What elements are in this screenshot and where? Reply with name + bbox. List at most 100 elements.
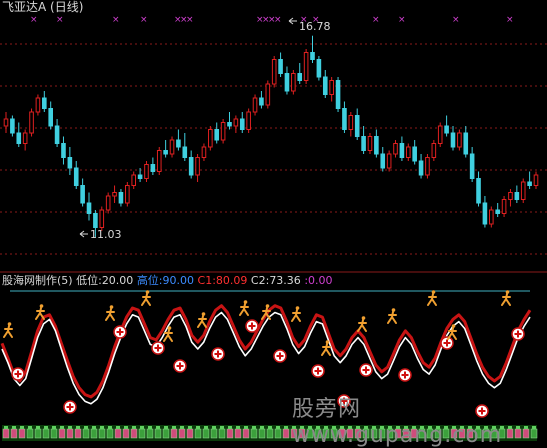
strip-block xyxy=(114,428,122,439)
candle-body xyxy=(150,164,156,172)
strip-block xyxy=(202,428,210,439)
candle-body xyxy=(450,132,456,148)
marker-x: × xyxy=(506,15,514,25)
strip-cap xyxy=(36,426,40,429)
candle-body xyxy=(271,59,277,85)
stock-chart-canvas[interactable]: × × × × ××× ×××× × × × × × × 16.78 11.03 xyxy=(0,0,547,444)
strip-block xyxy=(258,428,266,439)
candle-body xyxy=(380,153,386,169)
candle-body xyxy=(342,108,347,130)
strip-block xyxy=(2,428,10,439)
sell-runner-icon xyxy=(141,293,151,306)
sell-runner-icon xyxy=(291,309,301,322)
candle-body xyxy=(501,199,507,214)
candle-body xyxy=(29,111,34,134)
c2-label: C2: xyxy=(250,274,270,287)
strip-block xyxy=(274,428,282,439)
strip-cap xyxy=(188,426,192,429)
strip-block xyxy=(146,428,154,439)
strip-cap xyxy=(164,426,168,429)
strip-cap xyxy=(236,426,240,429)
candle-body xyxy=(259,97,264,106)
strip-cap xyxy=(68,426,72,429)
candle-body xyxy=(93,213,98,228)
candle-body xyxy=(99,209,105,228)
sell-runner-icon xyxy=(447,327,457,340)
strip-cap xyxy=(76,426,80,429)
candle-body xyxy=(297,73,303,81)
candle-body xyxy=(495,209,500,214)
candle-body xyxy=(367,136,373,151)
sell-runner-icon xyxy=(501,293,511,306)
strip-block xyxy=(186,428,194,439)
strip-block xyxy=(194,428,202,439)
candle-body xyxy=(35,97,41,113)
candle-body xyxy=(208,129,213,148)
strip-block xyxy=(282,428,290,439)
high-level-value: 90.00 xyxy=(162,274,195,287)
candle-body xyxy=(354,115,360,137)
strip-block xyxy=(106,428,114,439)
sell-runner-icon xyxy=(105,308,115,321)
candle-body xyxy=(469,153,475,179)
candle-body xyxy=(533,174,539,186)
sell-runner-head xyxy=(7,322,12,326)
strip-block xyxy=(82,428,90,439)
sell-runner-head xyxy=(295,306,300,310)
strip-cap xyxy=(124,426,128,429)
low-level-value: 20.00 xyxy=(101,274,134,287)
candle-body xyxy=(322,76,328,95)
strip-cap xyxy=(260,426,264,429)
candle-body xyxy=(316,59,322,78)
sell-runner-head xyxy=(167,326,172,330)
strip-block xyxy=(234,428,242,439)
marker-x: × xyxy=(372,15,380,25)
candle-body xyxy=(252,97,258,113)
candle-body xyxy=(214,129,220,141)
strip-cap xyxy=(228,426,232,429)
candle-body xyxy=(22,132,28,144)
extra-value: 0.00 xyxy=(308,274,333,287)
candle-body xyxy=(42,97,47,109)
candle-body xyxy=(393,143,398,155)
candle-body xyxy=(463,132,469,155)
candle-body xyxy=(431,143,437,158)
strip-block xyxy=(130,428,138,439)
candle-body xyxy=(527,181,532,186)
candle-body xyxy=(329,80,334,95)
strip-cap xyxy=(172,426,176,429)
strip-cap xyxy=(100,426,104,429)
strip-block xyxy=(170,428,178,439)
candle-body xyxy=(303,52,309,81)
strip-block xyxy=(178,428,186,439)
high-level-label: 高位: xyxy=(136,274,163,287)
c1-label: C1: xyxy=(197,274,216,287)
sell-runner-icon xyxy=(197,315,207,328)
candle-body xyxy=(137,174,143,179)
candle-body xyxy=(335,80,341,109)
marker-x: × xyxy=(140,15,148,25)
candle-body xyxy=(3,118,9,127)
strip-cap xyxy=(20,426,24,429)
candle-body xyxy=(482,202,488,225)
candle-body xyxy=(412,146,417,162)
strip-block xyxy=(50,428,58,439)
strip-cap xyxy=(212,426,216,429)
candle-body xyxy=(520,181,526,200)
strip-cap xyxy=(12,426,16,429)
strip-cap xyxy=(180,426,184,429)
candle-body xyxy=(182,146,188,158)
candle-body xyxy=(61,143,66,158)
candlestick-series xyxy=(3,35,539,237)
strip-block xyxy=(162,428,170,439)
strip-cap xyxy=(28,426,32,429)
candle-body xyxy=(457,132,462,148)
strip-block xyxy=(10,428,18,439)
strip-block xyxy=(250,428,258,439)
low-price-label: 11.03 xyxy=(90,228,122,241)
strip-cap xyxy=(252,426,256,429)
candle-body xyxy=(118,192,124,204)
candle-body xyxy=(246,111,251,130)
candle-body xyxy=(278,59,283,74)
strip-block xyxy=(42,428,50,439)
